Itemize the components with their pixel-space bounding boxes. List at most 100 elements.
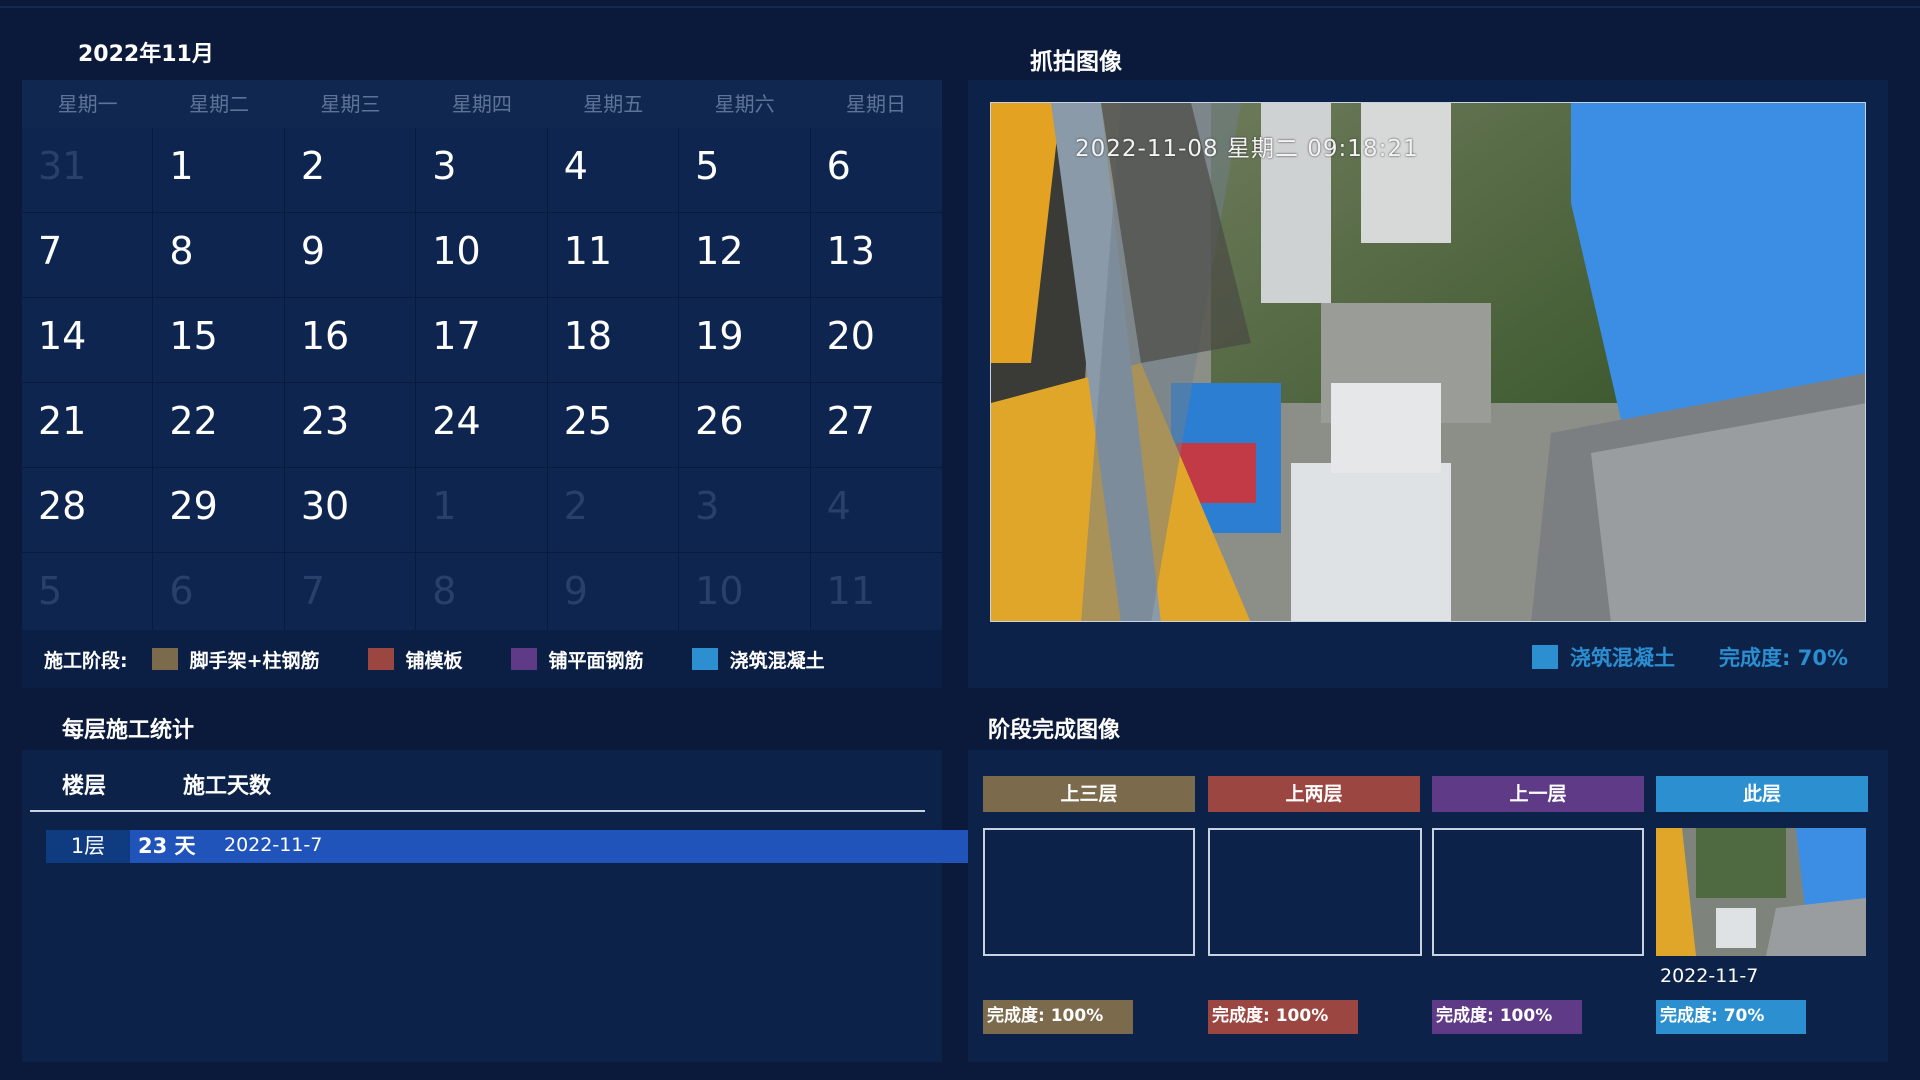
calendar-day[interactable]: 8: [153, 213, 285, 298]
row-days: 23 天: [138, 834, 196, 858]
day-number: 6: [169, 569, 194, 613]
day-number: 5: [695, 144, 720, 188]
calendar-day-other-month[interactable]: 1: [416, 468, 548, 553]
calendar-day[interactable]: 28: [22, 468, 154, 553]
stage-swatch: [1532, 645, 1559, 669]
column-header-floor: 楼层: [62, 774, 107, 799]
calendar-day[interactable]: 14: [22, 298, 154, 383]
calendar-day[interactable]: 25: [547, 383, 680, 468]
calendar-day-other-month[interactable]: 4: [810, 468, 942, 553]
calendar-day[interactable]: 12: [679, 213, 811, 298]
day-number: 4: [826, 484, 851, 528]
day-number: 2: [300, 144, 326, 188]
day-number: 1: [432, 484, 457, 528]
calendar-day[interactable]: 4: [547, 128, 680, 213]
legend-swatch: [510, 648, 537, 670]
stage-legend: 施工阶段: 脚手架+柱钢筋 铺模板 铺平面钢筋 浇筑混凝土: [22, 630, 942, 688]
stage-progress-badge: 完成度: 100%: [1432, 1000, 1582, 1034]
day-number: 8: [169, 229, 194, 273]
calendar-day[interactable]: 10: [416, 213, 548, 298]
day-number: 11: [826, 569, 875, 613]
day-number: 8: [432, 569, 457, 613]
calendar-day[interactable]: 18: [547, 298, 680, 383]
stage-progress-badge: 完成度: 70%: [1656, 1000, 1806, 1034]
legend-label: 铺平面钢筋: [548, 649, 644, 672]
stage-tab[interactable]: 上三层: [983, 776, 1195, 812]
calendar-day[interactable]: 15: [153, 298, 285, 383]
calendar-grid: 31 1 2 3 4 5 6 7 8 9 10 11 12 13 14 15 16 17 18 19 20 21 22 23 2…: [22, 128, 942, 638]
stage-column-two-below: 上两层: [1208, 776, 1420, 812]
snapshot-timestamp: 2022-11-08 星期二 09:18:21: [1075, 136, 1419, 162]
legend-item-concrete: 浇筑混凝土: [691, 646, 825, 673]
legend-swatch: [367, 648, 394, 670]
stage-tab[interactable]: 上两层: [1208, 776, 1420, 812]
weekday-header: 星期五: [583, 92, 644, 116]
calendar-day[interactable]: 3: [416, 128, 548, 213]
snapshot-title: 抓拍图像: [1030, 49, 1122, 75]
calendar-day[interactable]: 20: [810, 298, 942, 383]
calendar-day[interactable]: 19: [679, 298, 811, 383]
stage-column-three-below: 上三层: [983, 776, 1195, 812]
calendar-day[interactable]: 30: [284, 468, 417, 553]
calendar-day-other-month[interactable]: 11: [810, 553, 942, 638]
day-number: 7: [38, 229, 63, 273]
calendar-day[interactable]: 26: [679, 383, 811, 468]
calendar-day-other-month[interactable]: 2: [547, 468, 680, 553]
day-number: 7: [300, 569, 326, 613]
floor-stats-header: 楼层 施工天数: [30, 750, 925, 812]
day-number: 23: [300, 399, 350, 443]
snapshot-image[interactable]: 2022-11-08 星期二 09:18:21: [990, 102, 1866, 622]
calendar-day[interactable]: 7: [22, 213, 154, 298]
calendar-day[interactable]: 23: [284, 383, 417, 468]
calendar-day-other-month[interactable]: 8: [416, 553, 548, 638]
calendar-day[interactable]: 22: [153, 383, 285, 468]
stage-tab[interactable]: 此层: [1656, 776, 1868, 812]
day-number: 15: [169, 314, 218, 358]
day-number: 22: [169, 399, 218, 443]
calendar-day[interactable]: 2: [284, 128, 417, 213]
day-number: 26: [695, 399, 744, 443]
calendar-day[interactable]: 13: [810, 213, 942, 298]
calendar-day-other-month[interactable]: 3: [679, 468, 811, 553]
day-number: 18: [563, 314, 613, 358]
day-number: 31: [38, 144, 87, 188]
calendar-day-other-month[interactable]: 5: [22, 553, 154, 638]
construction-site-photo: [991, 103, 1865, 621]
day-number: 16: [300, 314, 350, 358]
stage-image-current[interactable]: [1656, 828, 1866, 956]
stage-tab[interactable]: 上一层: [1432, 776, 1644, 812]
legend-label: 铺模板: [405, 649, 463, 672]
day-number: 14: [38, 314, 87, 358]
stage-image-empty[interactable]: [1208, 828, 1422, 956]
calendar-day[interactable]: 11: [547, 213, 680, 298]
column-header-days: 施工天数: [183, 774, 272, 799]
calendar-day-other-month[interactable]: 6: [153, 553, 285, 638]
calendar-day[interactable]: 27: [810, 383, 942, 468]
legend-swatch: [691, 648, 718, 670]
calendar-day[interactable]: 29: [153, 468, 285, 553]
construction-thumbnail: [1656, 828, 1866, 956]
day-number: 30: [300, 484, 350, 528]
calendar-weekday-header: 星期一 星期二 星期三 星期四 星期五 星期六 星期日: [22, 80, 942, 128]
calendar-day[interactable]: 17: [416, 298, 548, 383]
legend-item-scaffold: 脚手架+柱钢筋: [151, 646, 320, 673]
calendar-day[interactable]: 21: [22, 383, 154, 468]
weekday-header: 星期三: [320, 92, 381, 116]
calendar-day[interactable]: 9: [284, 213, 417, 298]
weekday-header: 星期四: [451, 92, 512, 116]
calendar-day[interactable]: 16: [284, 298, 417, 383]
calendar-day-other-month[interactable]: 7: [284, 553, 417, 638]
calendar-day[interactable]: 5: [679, 128, 811, 213]
day-number: 20: [826, 314, 875, 358]
legend-item-formwork: 铺模板: [367, 646, 463, 673]
calendar-day-other-month[interactable]: 9: [547, 553, 680, 638]
calendar-day-other-month[interactable]: 10: [679, 553, 811, 638]
calendar-day[interactable]: 24: [416, 383, 548, 468]
calendar-day[interactable]: 6: [810, 128, 942, 213]
stage-image-empty[interactable]: [983, 828, 1195, 956]
day-number: 10: [695, 569, 744, 613]
stage-image-empty[interactable]: [1432, 828, 1644, 956]
calendar-day[interactable]: 1: [153, 128, 285, 213]
calendar-day-other-month[interactable]: 31: [22, 128, 154, 213]
day-number: 9: [300, 229, 326, 273]
